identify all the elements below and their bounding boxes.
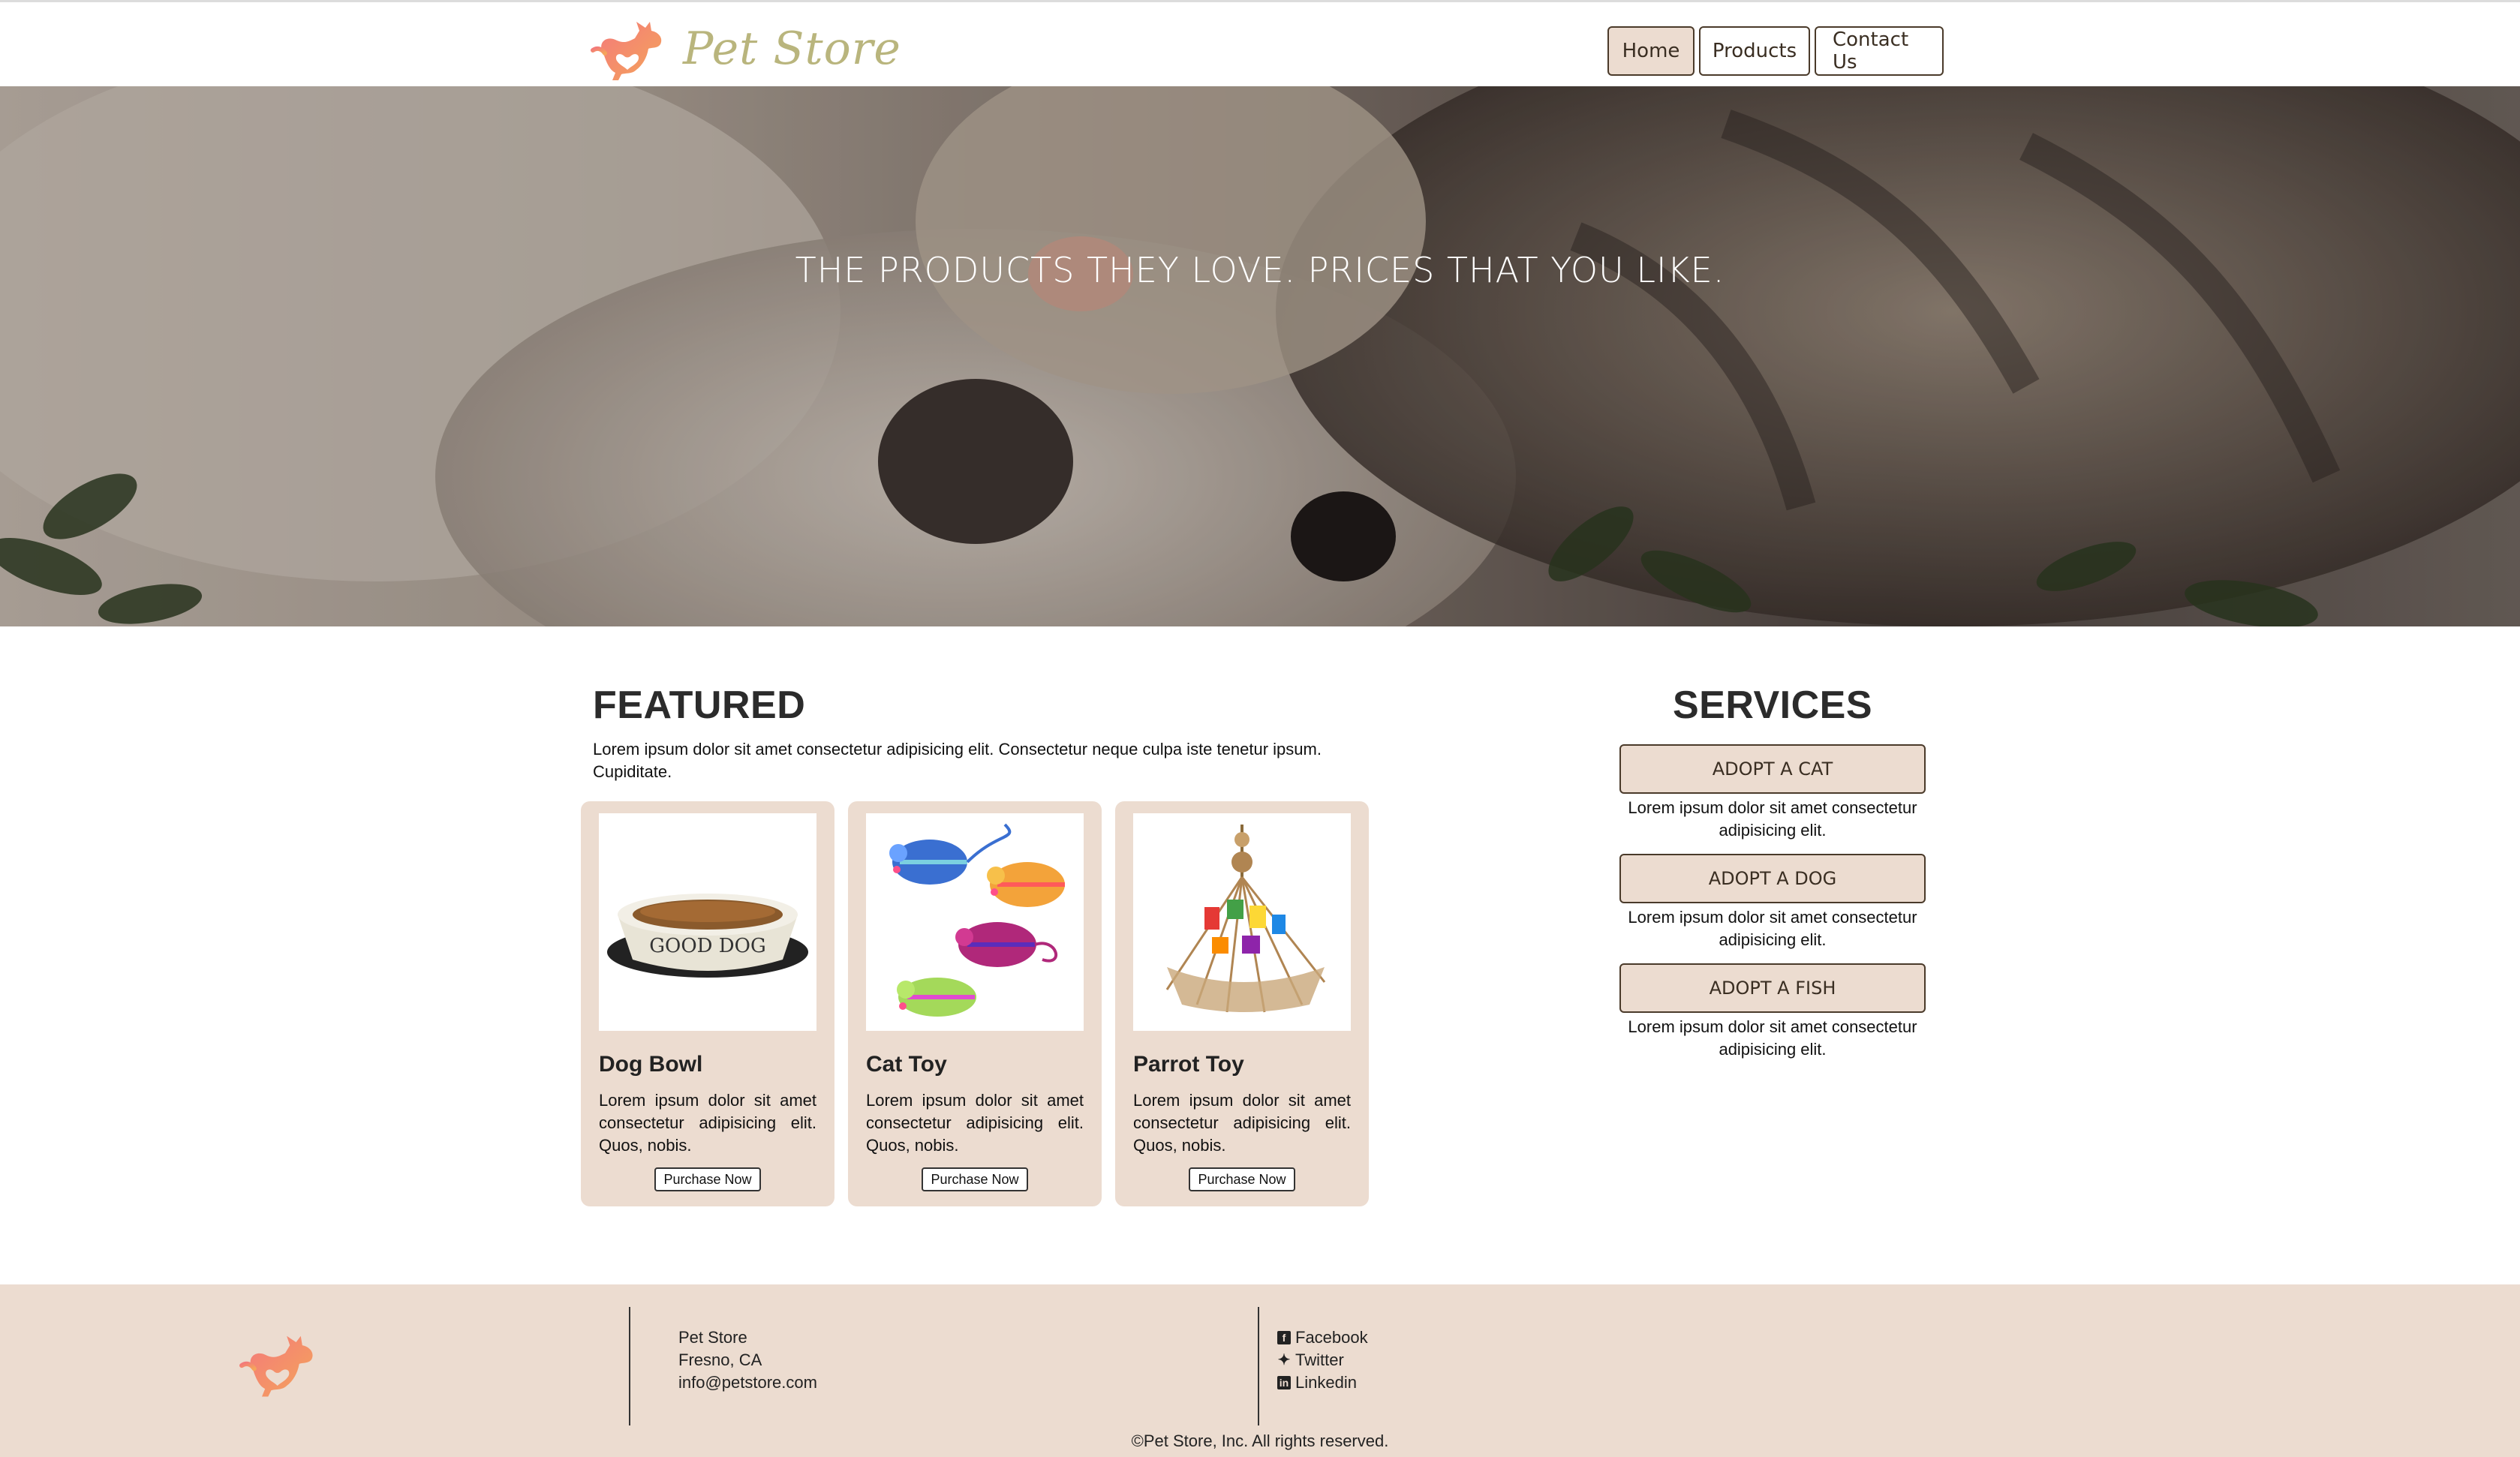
product-name: Cat Toy xyxy=(866,1052,947,1077)
purchase-now-button[interactable]: Purchase Now xyxy=(1189,1167,1295,1191)
site-footer: Pet Store Fresno, CA info@petstore.com f… xyxy=(0,1284,2520,1457)
hero-image xyxy=(0,86,2520,626)
featured-section: FEATURED Lorem ipsum dolor sit amet cons… xyxy=(593,683,1373,783)
hero-banner: THE PRODUCTS THEY LOVE. PRICES THAT YOU … xyxy=(0,86,2520,626)
product-name: Parrot Toy xyxy=(1133,1052,1244,1077)
linkedin-label: Linkedin xyxy=(1295,1373,1357,1392)
footer-logo[interactable] xyxy=(239,1319,329,1413)
linkedin-link[interactable]: in Linkedin xyxy=(1277,1371,1368,1394)
service-item: ADOPT A FISH Lorem ipsum dolor sit amet … xyxy=(1619,963,1926,1073)
svg-text:GOOD DOG: GOOD DOG xyxy=(649,935,765,957)
service-item: ADOPT A DOG Lorem ipsum dolor sit amet c… xyxy=(1619,854,1926,963)
facebook-label: Facebook xyxy=(1295,1328,1368,1347)
product-card: GOOD DOG Dog Bowl Lorem ipsum dolor sit … xyxy=(581,801,834,1206)
adopt-cat-button[interactable]: ADOPT A CAT xyxy=(1619,744,1926,794)
product-cards: GOOD DOG Dog Bowl Lorem ipsum dolor sit … xyxy=(581,801,1369,1206)
service-description: Lorem ipsum dolor sit amet consectetur a… xyxy=(1628,1017,1917,1059)
cat-toy-image xyxy=(889,823,1065,1017)
nav-products-button[interactable]: Products xyxy=(1699,26,1810,76)
hero-title: THE PRODUCTS THEY LOVE. PRICES THAT YOU … xyxy=(795,250,1725,290)
service-item: ADOPT A CAT Lorem ipsum dolor sit amet c… xyxy=(1619,744,1926,854)
company-email[interactable]: info@petstore.com xyxy=(678,1371,817,1394)
dog-logo-icon xyxy=(239,1335,313,1397)
footer-divider xyxy=(629,1307,630,1425)
main-nav: Home Products Contact Us xyxy=(1607,26,1944,76)
product-description: Lorem ipsum dolor sit amet consectetur a… xyxy=(599,1091,816,1155)
product-card: Cat Toy Lorem ipsum dolor sit amet conse… xyxy=(848,801,1102,1206)
nav-contact-button[interactable]: Contact Us xyxy=(1815,26,1944,76)
logo-text: Pet Store xyxy=(683,23,901,75)
social-links: f Facebook ✦ Twitter in Linkedin xyxy=(1277,1326,1368,1394)
nav-home-button[interactable]: Home xyxy=(1607,26,1695,76)
facebook-link[interactable]: f Facebook xyxy=(1277,1326,1368,1349)
footer-divider xyxy=(1258,1307,1259,1425)
purchase-now-button[interactable]: Purchase Now xyxy=(654,1167,761,1191)
dog-bowl-image: GOOD DOG xyxy=(607,894,808,978)
product-name: Dog Bowl xyxy=(599,1052,703,1077)
dog-logo-icon xyxy=(591,22,662,80)
featured-title: FEATURED xyxy=(593,683,806,727)
product-description: Lorem ipsum dolor sit amet consectetur a… xyxy=(866,1091,1084,1155)
footer-address: Pet Store Fresno, CA info@petstore.com xyxy=(678,1326,817,1394)
company-name: Pet Store xyxy=(678,1328,747,1347)
product-image xyxy=(1133,813,1351,1031)
company-location: Fresno, CA xyxy=(678,1350,762,1369)
site-header: Pet Store Home Products Contact Us xyxy=(0,2,2520,86)
purchase-now-button[interactable]: Purchase Now xyxy=(922,1167,1028,1191)
facebook-icon: f xyxy=(1277,1331,1291,1344)
product-image: GOOD DOG xyxy=(599,813,816,1031)
product-image xyxy=(866,813,1084,1031)
twitter-label: Twitter xyxy=(1295,1350,1344,1369)
service-description: Lorem ipsum dolor sit amet consectetur a… xyxy=(1628,798,1917,840)
adopt-fish-button[interactable]: ADOPT A FISH xyxy=(1619,963,1926,1013)
featured-intro: Lorem ipsum dolor sit amet consectetur a… xyxy=(593,740,1322,781)
copyright-text: ©Pet Store, Inc. All rights reserved. xyxy=(1131,1431,1389,1450)
services-title: SERVICES xyxy=(1672,683,1873,727)
logo[interactable]: Pet Store xyxy=(590,13,901,85)
services-section: SERVICES ADOPT A CAT Lorem ipsum dolor s… xyxy=(1619,683,1926,1073)
product-card: Parrot Toy Lorem ipsum dolor sit amet co… xyxy=(1115,801,1369,1206)
parrot-toy-image xyxy=(1165,825,1326,1013)
twitter-link[interactable]: ✦ Twitter xyxy=(1277,1349,1368,1371)
twitter-icon: ✦ xyxy=(1277,1352,1291,1368)
linkedin-icon: in xyxy=(1277,1376,1291,1389)
service-description: Lorem ipsum dolor sit amet consectetur a… xyxy=(1628,908,1917,949)
product-description: Lorem ipsum dolor sit amet consectetur a… xyxy=(1133,1091,1351,1155)
adopt-dog-button[interactable]: ADOPT A DOG xyxy=(1619,854,1926,903)
